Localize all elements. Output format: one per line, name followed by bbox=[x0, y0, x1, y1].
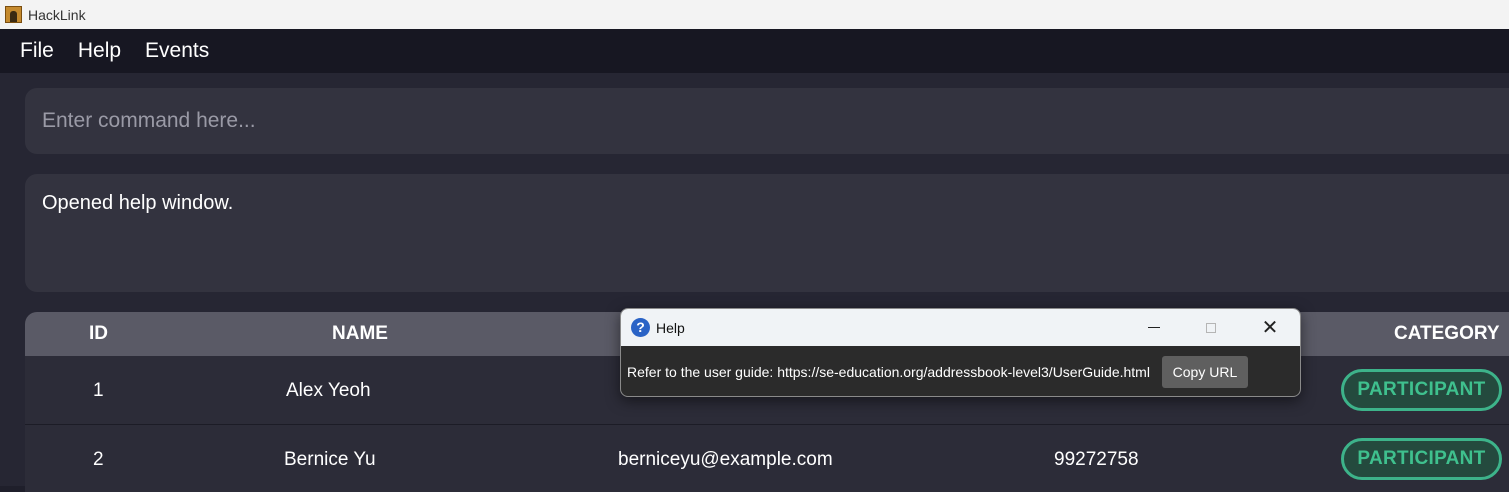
category-badge: PARTICIPANT bbox=[1341, 438, 1502, 480]
result-display: Opened help window. bbox=[25, 174, 1509, 292]
close-button[interactable]: ✕ bbox=[1247, 309, 1293, 346]
result-text: Opened help window. bbox=[42, 192, 234, 214]
maximize-button bbox=[1188, 309, 1234, 346]
app-icon bbox=[5, 6, 22, 23]
help-icon: ? bbox=[631, 318, 650, 337]
maximize-icon bbox=[1206, 322, 1216, 333]
table-row[interactable]: 2 Bernice Yu berniceyu@example.com 99272… bbox=[25, 425, 1509, 492]
help-message: Refer to the user guide: https://se-educ… bbox=[627, 363, 1150, 380]
menu-bar: File Help Events bbox=[0, 29, 1509, 73]
window-titlebar: HackLink bbox=[0, 0, 1509, 29]
minimize-button[interactable] bbox=[1131, 309, 1177, 346]
help-dialog-titlebar[interactable]: ? Help ✕ bbox=[621, 309, 1300, 346]
menu-file[interactable]: File bbox=[20, 39, 54, 63]
cell-name: Alex Yeoh bbox=[286, 380, 371, 401]
close-icon: ✕ bbox=[1261, 316, 1279, 339]
command-input[interactable] bbox=[25, 88, 1509, 154]
cell-phone: 99272758 bbox=[1054, 449, 1139, 470]
header-category: CATEGORY bbox=[1394, 323, 1500, 344]
help-dialog-title: Help bbox=[656, 319, 685, 336]
category-badge: PARTICIPANT bbox=[1341, 369, 1502, 411]
cell-name: Bernice Yu bbox=[284, 449, 376, 470]
minimize-icon bbox=[1148, 327, 1160, 328]
menu-events[interactable]: Events bbox=[145, 39, 209, 63]
help-dialog: ? Help ✕ Refer to the user guide: https:… bbox=[620, 308, 1301, 397]
window-title: HackLink bbox=[28, 6, 86, 23]
header-name: NAME bbox=[332, 323, 388, 344]
help-dialog-body: Refer to the user guide: https://se-educ… bbox=[621, 346, 1300, 396]
copy-url-button[interactable]: Copy URL bbox=[1161, 355, 1248, 388]
menu-help[interactable]: Help bbox=[78, 39, 121, 63]
cell-email: berniceyu@example.com bbox=[618, 449, 833, 470]
header-id: ID bbox=[89, 323, 108, 344]
cell-id: 2 bbox=[93, 449, 104, 470]
cell-id: 1 bbox=[93, 380, 104, 401]
